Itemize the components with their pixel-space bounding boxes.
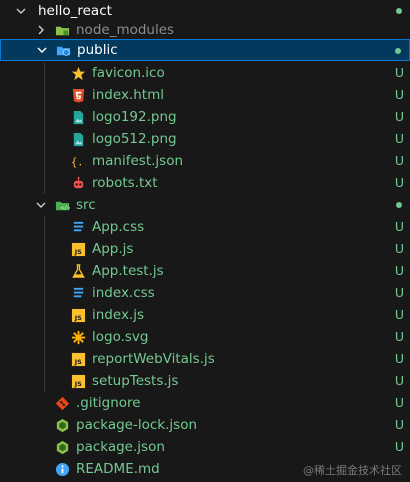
- file-label: reportWebVitals.js: [92, 351, 215, 367]
- svg-text:JS: JS: [73, 248, 81, 256]
- status-badge: U: [394, 87, 404, 102]
- flask-icon: [70, 263, 86, 279]
- status-badge: U: [394, 65, 404, 80]
- status-badge: U: [394, 417, 404, 432]
- folder-node-modules[interactable]: node_modules: [0, 19, 410, 41]
- file-reportwebvitals-js[interactable]: JS reportWebVitals.js U: [0, 348, 410, 370]
- svg-text:JS: JS: [73, 314, 81, 322]
- status-badge: U: [394, 131, 404, 146]
- folder-label: src: [76, 197, 96, 213]
- js-icon: JS: [70, 241, 86, 257]
- file-gitignore[interactable]: .gitignore U: [0, 392, 410, 414]
- node-icon: [54, 439, 70, 455]
- image-icon: [70, 131, 86, 147]
- file-label: index.html: [92, 87, 164, 103]
- status-badge: U: [394, 307, 404, 322]
- file-label: setupTests.js: [92, 373, 179, 389]
- status-badge: U: [394, 285, 404, 300]
- json-braces-icon: {..}: [70, 153, 86, 169]
- chevron-down-icon: [35, 43, 49, 57]
- file-index-js[interactable]: JS index.js U: [0, 304, 410, 326]
- node-icon: [54, 417, 70, 433]
- file-label: logo192.png: [92, 109, 177, 125]
- folder-public[interactable]: public: [0, 39, 410, 61]
- js-icon: JS: [70, 307, 86, 323]
- file-label: favicon.ico: [92, 65, 165, 81]
- js-icon: JS: [70, 373, 86, 389]
- file-label: README.md: [76, 461, 160, 477]
- svg-text:JS: JS: [73, 358, 81, 366]
- watermark: @稀土掘金技术社区: [303, 464, 402, 477]
- file-app-css[interactable]: App.css U: [0, 216, 410, 238]
- status-badge: U: [394, 351, 404, 366]
- file-label: App.js: [92, 241, 134, 257]
- status-badge: U: [394, 153, 404, 168]
- svg-text:{..}: {..}: [71, 156, 86, 168]
- robot-icon: [70, 175, 86, 191]
- file-logo-svg[interactable]: logo.svg U: [0, 326, 410, 348]
- file-label: index.css: [92, 285, 155, 301]
- file-label: index.js: [92, 307, 145, 323]
- modified-dot-icon: [395, 48, 401, 54]
- file-label: logo.svg: [92, 329, 149, 345]
- file-robots-txt[interactable]: robots.txt U: [0, 172, 410, 194]
- chevron-down-icon: [34, 198, 48, 212]
- file-label: manifest.json: [92, 153, 184, 169]
- file-label: robots.txt: [92, 175, 158, 191]
- folder-src[interactable]: </> src: [0, 194, 410, 216]
- svg-text:</>: </>: [60, 205, 69, 211]
- status-badge: U: [394, 329, 404, 344]
- node-folder-icon: [54, 22, 70, 38]
- file-index-html[interactable]: index.html U: [0, 84, 410, 106]
- file-label: App.test.js: [92, 263, 164, 279]
- star-icon: [70, 65, 86, 81]
- file-label: package.json: [76, 439, 165, 455]
- status-badge: U: [394, 109, 404, 124]
- file-label: App.css: [92, 219, 145, 235]
- file-label: logo512.png: [92, 131, 177, 147]
- folder-label: node_modules: [76, 22, 175, 38]
- css-icon: [70, 285, 86, 301]
- file-favicon-ico[interactable]: favicon.ico U: [0, 62, 410, 84]
- modified-dot-icon: [396, 202, 402, 208]
- svg-text:JS: JS: [73, 380, 81, 388]
- chevron-right-icon: [34, 23, 48, 37]
- file-package-lock-json[interactable]: package-lock.json U: [0, 414, 410, 436]
- folder-label: hello_react: [38, 3, 112, 19]
- file-package-json[interactable]: package.json U: [0, 436, 410, 458]
- js-icon: JS: [70, 351, 86, 367]
- public-folder-icon: [55, 42, 71, 58]
- modified-dot-icon: [396, 8, 402, 14]
- file-app-js[interactable]: JS App.js U: [0, 238, 410, 260]
- chevron-down-icon: [14, 4, 28, 18]
- status-badge: U: [394, 219, 404, 234]
- info-icon: [54, 461, 70, 477]
- file-manifest-json[interactable]: {..} manifest.json U: [0, 150, 410, 172]
- status-badge: U: [394, 373, 404, 388]
- file-logo512-png[interactable]: logo512.png U: [0, 128, 410, 150]
- html5-icon: [70, 87, 86, 103]
- status-badge: U: [394, 175, 404, 190]
- git-icon: [54, 395, 70, 411]
- status-badge: U: [394, 263, 404, 278]
- image-icon: [70, 109, 86, 125]
- src-folder-icon: </>: [54, 197, 70, 213]
- file-app-test-js[interactable]: App.test.js U: [0, 260, 410, 282]
- folder-label: public: [77, 42, 118, 58]
- file-label: .gitignore: [76, 395, 141, 411]
- file-logo192-png[interactable]: logo192.png U: [0, 106, 410, 128]
- css-icon: [70, 219, 86, 235]
- file-setuptests-js[interactable]: JS setupTests.js U: [0, 370, 410, 392]
- status-badge: U: [394, 439, 404, 454]
- file-label: package-lock.json: [76, 417, 198, 433]
- file-index-css[interactable]: index.css U: [0, 282, 410, 304]
- svg-sparkle-icon: [70, 329, 86, 345]
- status-badge: U: [394, 395, 404, 410]
- status-badge: U: [394, 241, 404, 256]
